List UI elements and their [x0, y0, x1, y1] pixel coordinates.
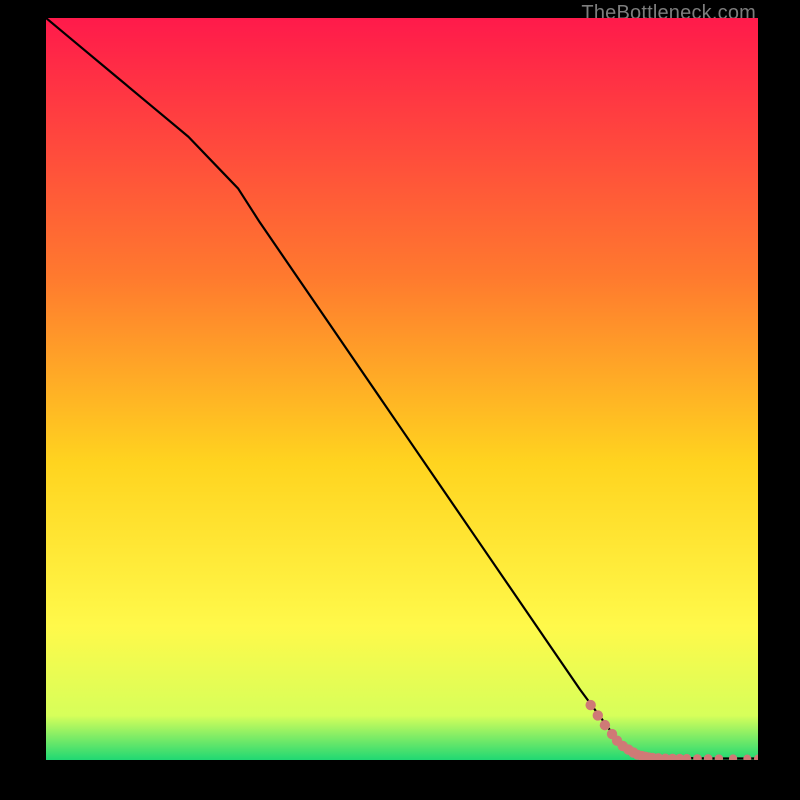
plot-area — [46, 18, 758, 760]
data-marker — [600, 720, 610, 730]
plot-svg — [46, 18, 758, 760]
data-marker — [585, 700, 595, 710]
chart-frame: TheBottleneck.com — [0, 0, 800, 800]
gradient-background — [46, 18, 758, 760]
data-marker — [593, 710, 603, 720]
